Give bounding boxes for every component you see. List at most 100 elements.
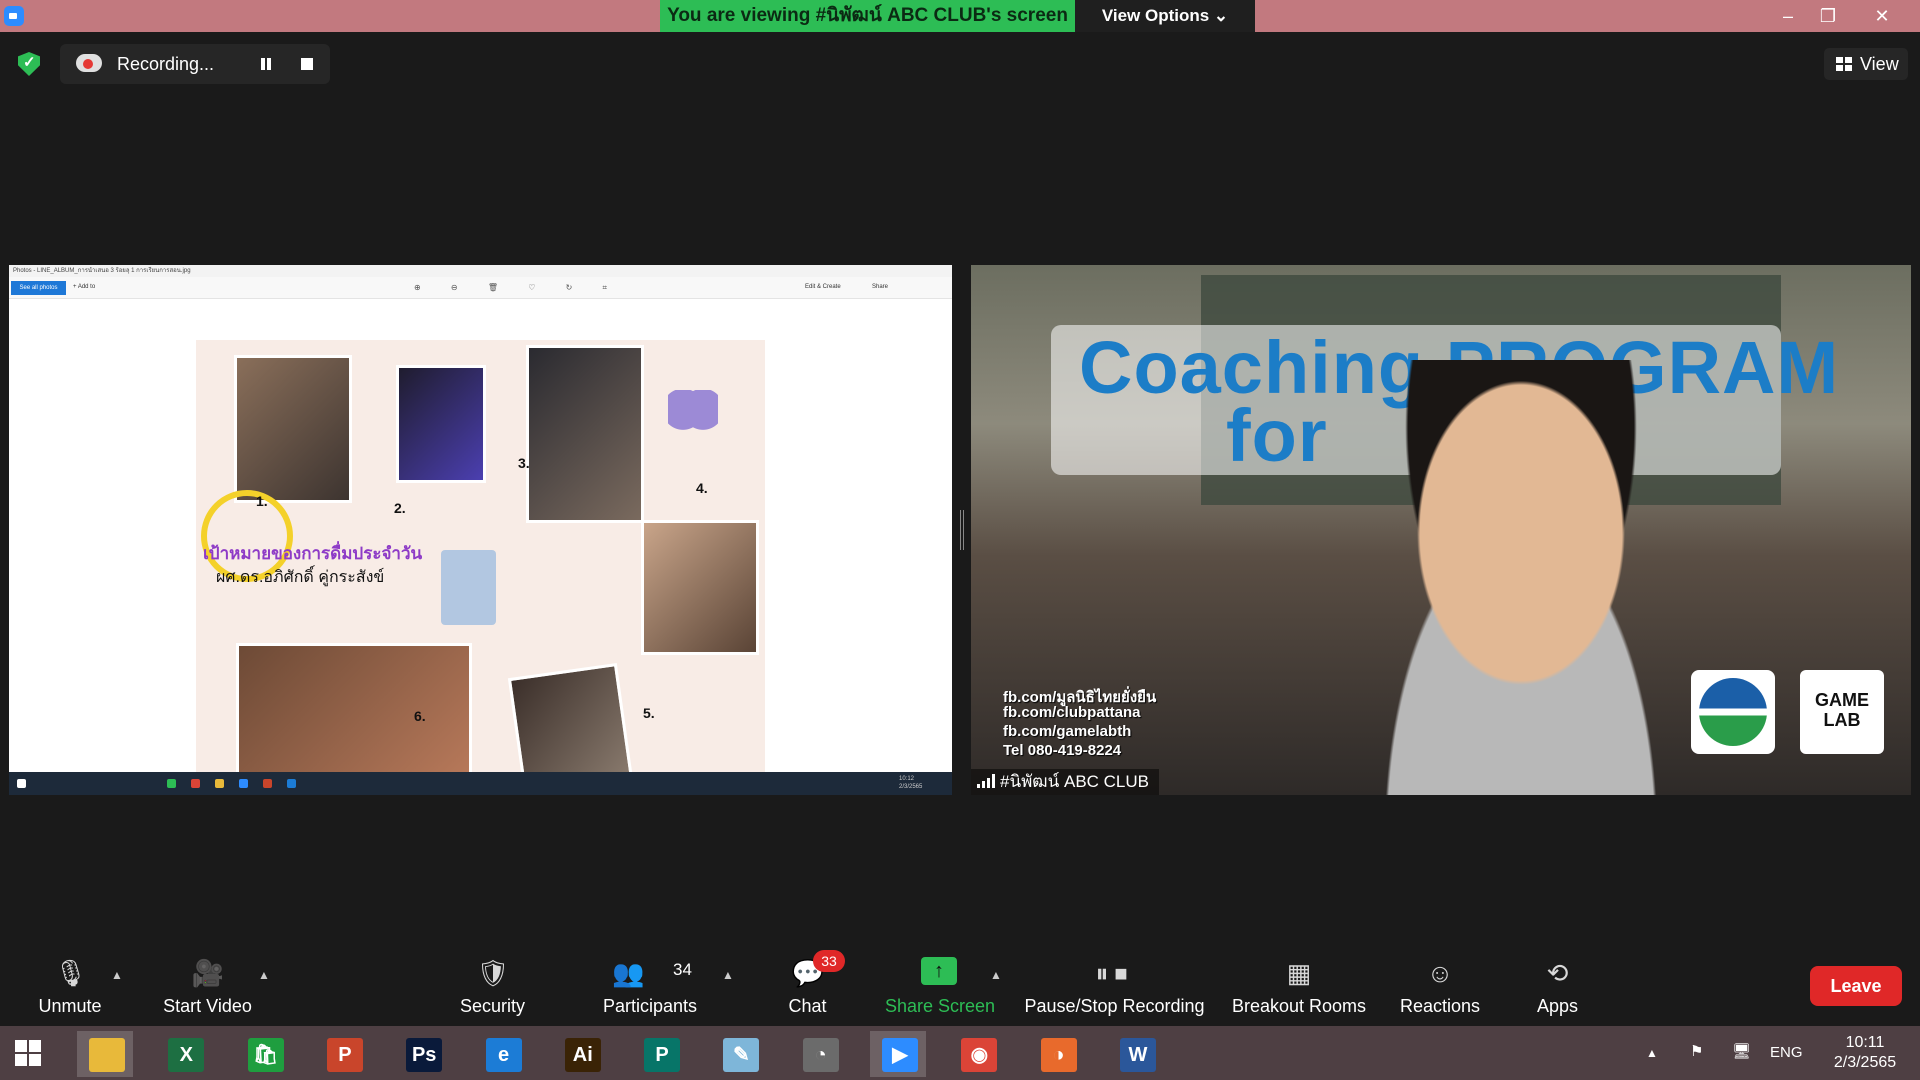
photoshop-icon: Ps xyxy=(406,1038,443,1072)
minimize-button[interactable]: – xyxy=(1768,0,1808,32)
taskbar-app-store[interactable]: 🛍 xyxy=(236,1031,292,1077)
reactions-button[interactable]: ☺ Reactions xyxy=(1395,948,1485,1026)
taskbar-app-notepad[interactable]: ✎ xyxy=(711,1031,767,1077)
poster-step: 6. xyxy=(414,708,426,724)
participants-label: Participants xyxy=(602,996,698,1016)
chevron-down-icon: ⌄ xyxy=(1213,6,1229,25)
foundation-logo xyxy=(1691,670,1775,754)
poster-step: 5. xyxy=(643,705,655,721)
participants-button[interactable]: 👥 34 Participants xyxy=(595,948,705,1026)
taskbar-app-word[interactable]: W xyxy=(1108,1031,1164,1077)
stop-recording-button[interactable] xyxy=(301,58,313,70)
add-to-button: + Add to xyxy=(73,284,96,290)
taskbar-app-publisher[interactable]: P xyxy=(632,1031,688,1077)
poster-photo-1 xyxy=(234,355,352,503)
contact-line: fb.com/gamelabth xyxy=(1003,723,1132,740)
pause-stop-recording-button[interactable]: ⏸⏹ Pause/Stop Recording xyxy=(1022,948,1207,1026)
shared-chrome-icon xyxy=(191,779,200,788)
store-icon: 🛍 xyxy=(247,1038,284,1072)
video-options-caret[interactable]: ▲ xyxy=(258,968,270,982)
clock-date: 2/3/2565 xyxy=(1833,1054,1897,1071)
taskbar-clock[interactable]: 10:11 2/3/2565 xyxy=(1830,1033,1900,1073)
shared-app-icon xyxy=(287,779,296,788)
pause-recording-button[interactable] xyxy=(258,56,274,72)
zoom-logo-icon xyxy=(4,6,24,26)
windows-taskbar: X 🛍 P Ps e Ai P ✎ ◔ ▶ ◉ ◑ W xyxy=(0,1026,1920,1080)
share-photo-button: Share xyxy=(872,284,889,290)
video-off-icon: 🎥 xyxy=(191,958,224,988)
view-button-label: View xyxy=(1860,54,1899,74)
panel-resize-handle[interactable] xyxy=(960,510,964,550)
zoom-window: You are viewing #นิพัฒน์ ABC CLUB's scre… xyxy=(0,0,1920,1080)
tray-expand-caret[interactable]: ▲ xyxy=(1646,1046,1658,1060)
taskbar-app-file-explorer[interactable] xyxy=(77,1031,133,1077)
notepad-icon: ✎ xyxy=(723,1038,760,1072)
speaker-video[interactable]: Coaching PROGRAM for er fb.com/มูลนิธิไท… xyxy=(971,265,1911,795)
taskbar-app-internet-explorer[interactable]: e xyxy=(474,1031,530,1077)
zoom-icon: ▶ xyxy=(882,1038,918,1072)
view-options-button[interactable]: View Options ⌄ xyxy=(1075,0,1255,32)
security-shield-icon[interactable] xyxy=(18,52,40,76)
breakout-rooms-button[interactable]: ▦ Breakout Rooms xyxy=(1230,948,1368,1026)
leave-button[interactable]: Leave xyxy=(1810,966,1902,1006)
meeting-toolbar: 🎙 Unmute ▲ 🎥 Start Video ▲ 🛡 Security 👥 … xyxy=(0,948,1920,1026)
taskbar-app-powerpoint[interactable]: P xyxy=(315,1031,371,1077)
chat-label: Chat xyxy=(788,996,827,1016)
shared-photos-toolbar: See all photos + Add to ⊕ ⊖ 🗑 ♡ ↻ ⌗ Edit… xyxy=(9,277,952,299)
chrome-icon: ◉ xyxy=(961,1038,998,1072)
taskbar-app-photos[interactable]: ◑ xyxy=(1029,1031,1085,1077)
butterfly-illustration xyxy=(668,390,718,438)
close-button[interactable]: ✕ xyxy=(1862,0,1902,32)
taskbar-app-excel[interactable]: X xyxy=(156,1031,212,1077)
participants-options-caret[interactable]: ▲ xyxy=(722,968,734,982)
shield-icon: 🛡 xyxy=(476,958,510,988)
taskbar-app-zoom[interactable]: ▶ xyxy=(870,1031,926,1077)
smiley-icon: ☺ xyxy=(1426,958,1454,988)
contact-line: Tel 080-419-8224 xyxy=(1003,742,1122,759)
security-button[interactable]: 🛡 Security xyxy=(445,948,540,1026)
speaker-name-text: #นิพัฒน์ ABC CLUB xyxy=(1000,772,1150,791)
poster-title: เป้าหมายของการดื่มประจำวัน xyxy=(203,544,423,563)
poster-step: 2. xyxy=(394,500,406,516)
shared-photos-titlebar: Photos - LINE_ALBUM_การนำเสนอ 3 ร้อยลุ 1… xyxy=(9,265,952,277)
illustrator-icon: Ai xyxy=(564,1038,601,1072)
chat-unread-badge: 33 xyxy=(813,950,845,972)
photo-canvas: เป้าหมายของการดื่มประจำวัน ผศ.ดร.อภิศักด… xyxy=(9,300,952,795)
poster-photo-2 xyxy=(396,365,486,483)
shared-screen[interactable]: Photos - LINE_ALBUM_การนำเสนอ 3 ร้อยลุ 1… xyxy=(9,265,952,795)
share-options-caret[interactable]: ▲ xyxy=(990,968,1002,982)
apps-icon: ⟲ xyxy=(1546,958,1569,988)
powerpoint-icon: P xyxy=(326,1038,363,1072)
gamelab-logo: GAME LAB xyxy=(1800,670,1884,754)
share-screen-arrow-icon[interactable]: ↑ xyxy=(921,957,957,985)
apps-button[interactable]: ⟲ Apps xyxy=(1525,948,1590,1026)
start-video-button[interactable]: 🎥 Start Video xyxy=(155,948,260,1026)
photos-icon: ◑ xyxy=(1040,1038,1077,1072)
network-icon[interactable]: 🖥 xyxy=(1732,1042,1751,1060)
taskbar-app-photoscape[interactable]: ◔ xyxy=(791,1031,847,1077)
shared-ppt-icon xyxy=(263,779,272,788)
taskbar-app-chrome[interactable]: ◉ xyxy=(949,1031,1005,1077)
unmute-button[interactable]: 🎙 Unmute xyxy=(25,948,115,1026)
breakout-grid-icon: ▦ xyxy=(1286,958,1312,988)
restore-button[interactable]: ❐ xyxy=(1808,0,1848,32)
view-button[interactable]: View xyxy=(1824,48,1908,80)
taskbar-app-illustrator[interactable]: Ai xyxy=(553,1031,609,1077)
poster-photo-5 xyxy=(236,643,472,783)
poster-photo-4 xyxy=(641,520,759,655)
taskbar-app-photoshop[interactable]: Ps xyxy=(394,1031,450,1077)
pause-stop-recording-label: Pause/Stop Recording xyxy=(1024,996,1205,1016)
language-indicator[interactable]: ENG xyxy=(1770,1044,1803,1061)
clock-time: 10:11 xyxy=(1845,1034,1885,1051)
start-video-label: Start Video xyxy=(163,996,252,1016)
audio-options-caret[interactable]: ▲ xyxy=(111,968,123,982)
publisher-icon: P xyxy=(644,1038,681,1072)
breakout-rooms-label: Breakout Rooms xyxy=(1231,996,1367,1016)
speaker-name-label: #นิพัฒน์ ABC CLUB xyxy=(971,769,1160,795)
windows-start-icon[interactable] xyxy=(15,1040,41,1066)
poster-photo-3 xyxy=(526,345,644,523)
speaker-person xyxy=(1311,360,1731,795)
flag-icon[interactable]: ⚑ xyxy=(1690,1042,1703,1060)
participants-count: 34 xyxy=(673,960,692,979)
internet-explorer-icon: e xyxy=(485,1038,522,1072)
